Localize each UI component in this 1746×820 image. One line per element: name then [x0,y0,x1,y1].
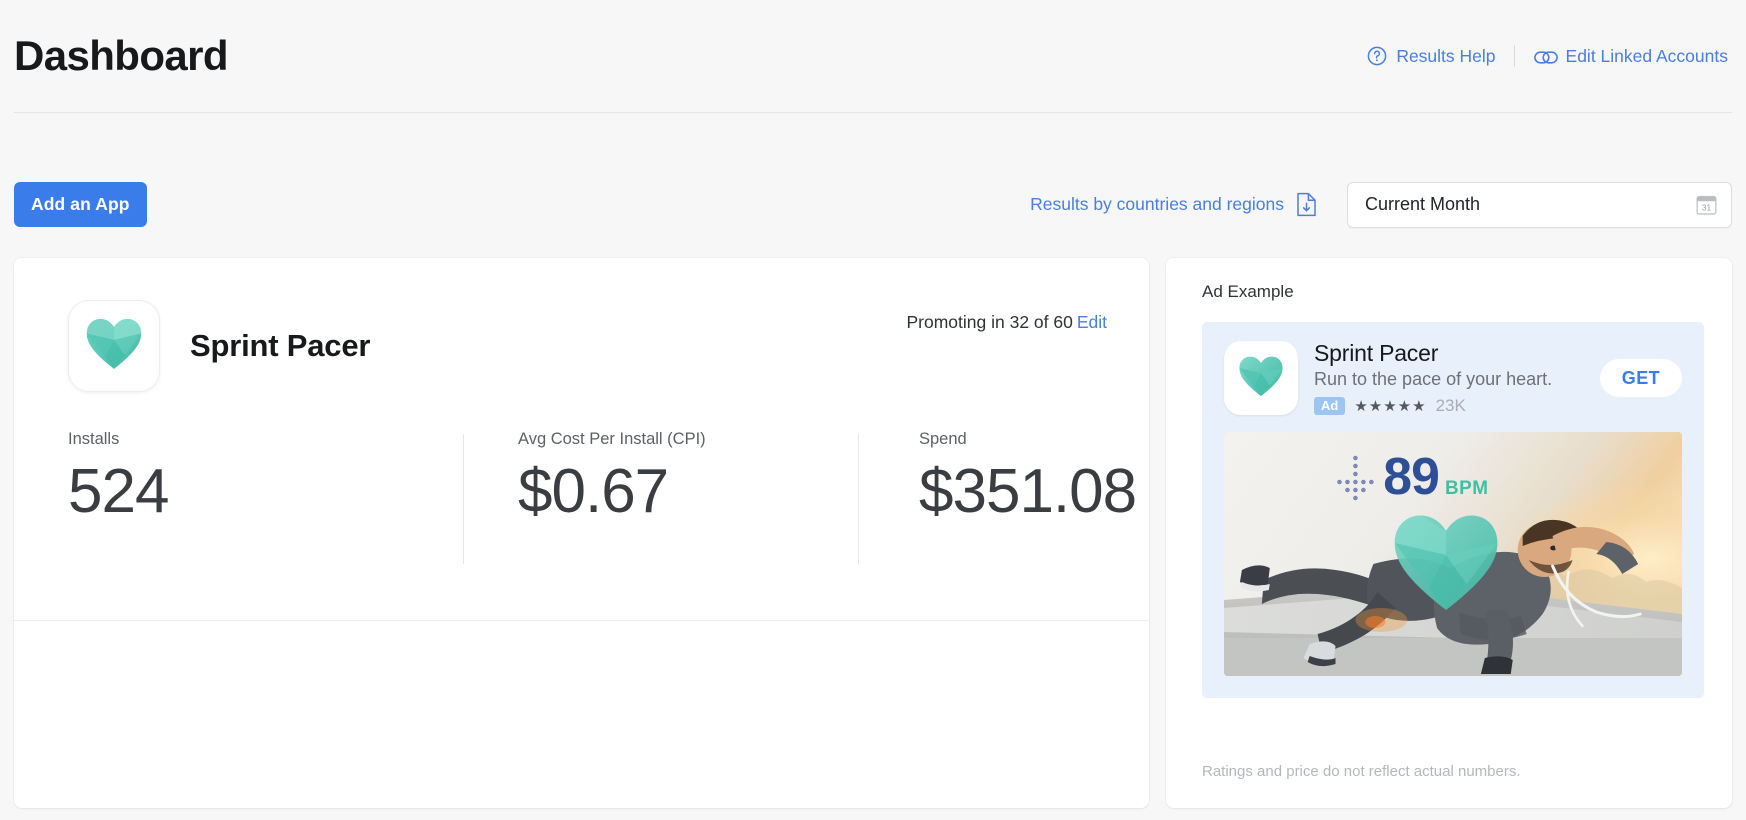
date-range-picker[interactable]: Current Month 31 [1347,181,1732,228]
ad-app-icon-tile [1224,341,1298,415]
header-links: Results Help Edit Linked Accounts [1367,45,1732,67]
metric-installs: Installs 524 [68,430,463,582]
ad-disclaimer: Ratings and price do not reflect actual … [1202,763,1521,780]
question-circle-icon [1367,46,1387,66]
ad-text-block: Sprint Pacer Run to the pace of your hea… [1314,340,1584,416]
ad-badge: Ad [1314,397,1346,415]
ad-creative-image: 89 BPM [1224,432,1682,676]
dashboard-page: Dashboard Results Help Edit Linked Accou… [0,0,1746,820]
app-card-header: Sprint Pacer Promoting in 32 of 60 Edit [14,258,1149,392]
get-button[interactable]: GET [1599,359,1682,397]
results-help-link[interactable]: Results Help [1367,46,1513,67]
ad-example-card: Ad Example Sprint Pacer Run to the pace … [1166,258,1732,808]
app-identity: Sprint Pacer [68,300,370,392]
rating-count: 23K [1435,396,1466,415]
ad-header-row: Sprint Pacer Run to the pace of your hea… [1224,340,1682,416]
app-icon-tile [68,300,160,392]
toolbar: Add an App Results by countries and regi… [14,181,1732,228]
svg-text:89: 89 [1383,447,1439,505]
date-range-value: Current Month [1365,194,1481,214]
metric-label: Avg Cost Per Install (CPI) [518,430,706,448]
ad-example-title: Ad Example [1202,282,1294,301]
teal-low-poly-heart-icon [85,317,143,375]
edit-linked-accounts-link[interactable]: Edit Linked Accounts [1515,46,1728,67]
svg-text:31: 31 [1702,202,1712,212]
results-help-label: Results Help [1396,45,1496,66]
metric-value: $0.67 [518,457,669,526]
page-header: Dashboard Results Help Edit Linked Accou… [0,0,1746,112]
calendar-icon[interactable]: 31 [1696,194,1717,215]
metric-avg-cpi: Avg Cost Per Install (CPI) $0.67 [463,430,858,582]
controls-row: Status Running Maximu [14,582,1149,820]
add-an-app-button[interactable]: Add an App [14,182,147,227]
metrics-row: Installs 524 Avg Cost Per Install (CPI) … [14,430,1149,582]
app-name: Sprint Pacer [190,328,371,363]
promoting-status: Promoting in 32 of 60 Edit [906,300,1107,333]
toolbar-right-group: Results by countries and regions Current… [1030,181,1732,228]
edit-linked-accounts-label: Edit Linked Accounts [1565,45,1728,66]
promoting-text: Promoting in 32 of 60 [906,312,1073,332]
app-summary-card: Sprint Pacer Promoting in 32 of 60 Edit I… [14,258,1149,808]
ad-preview-frame: Sprint Pacer Run to the pace of your hea… [1202,322,1704,698]
metric-value: 524 [68,457,169,526]
card-section-divider [14,620,1149,621]
ad-meta-row: Ad ★★★★★ 23K [1314,396,1584,416]
header-divider [14,112,1732,113]
teal-low-poly-heart-icon [1238,355,1284,402]
metric-label: Spend [919,430,967,448]
page-title: Dashboard [14,32,229,79]
results-by-countries-link[interactable]: Results by countries and regions [1030,192,1317,217]
star-rating-icon: ★★★★★ [1354,398,1427,415]
ad-app-name: Sprint Pacer [1314,340,1439,366]
metric-value: $351.08 [919,457,1137,526]
link-chain-icon [1533,49,1558,64]
svg-text:BPM: BPM [1445,478,1488,499]
cards-row: Sprint Pacer Promoting in 32 of 60 Edit I… [14,258,1732,808]
metric-spend: Spend $351.08 [858,430,1137,582]
results-by-countries-label: Results by countries and regions [1030,194,1284,214]
ad-subtitle: Run to the pace of your heart. [1314,369,1553,389]
metric-label: Installs [68,430,120,448]
document-download-icon[interactable] [1296,192,1317,217]
edit-promoting-link[interactable]: Edit [1077,312,1107,332]
